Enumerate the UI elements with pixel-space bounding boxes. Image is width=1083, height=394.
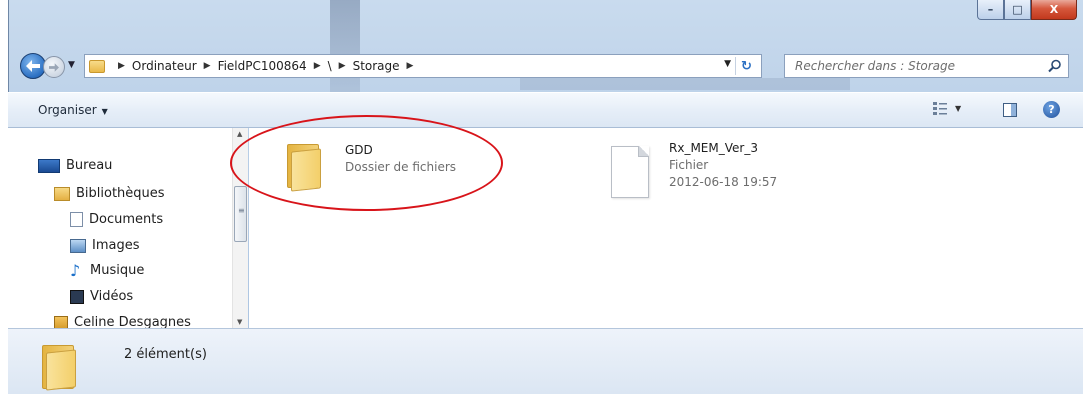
music-icon (70, 261, 84, 280)
desktop-icon (38, 158, 60, 173)
command-bar: Organiser ▼ ▼ ? (8, 92, 1083, 128)
navigation-pane: Bureau Bibliothèques Documents Images Mu… (8, 128, 248, 330)
breadcrumb-fieldpc[interactable]: FieldPC100864 (218, 59, 307, 73)
sidebar-item-label: Musique (90, 263, 145, 278)
sidebar-item-label: Bibliothèques (76, 186, 165, 201)
chevron-down-icon: ▼ (955, 103, 962, 113)
chevron-down-icon: ▼ (101, 107, 108, 116)
address-dropdown-icon[interactable]: ▼ (724, 59, 731, 69)
chevron-right-icon[interactable]: ▶ (339, 61, 346, 71)
sidebar-item-label: Vidéos (90, 289, 134, 304)
annotation-circle (230, 115, 503, 211)
sidebar-item-documents[interactable]: Documents (70, 212, 163, 227)
minimize-icon: – (987, 3, 994, 16)
breadcrumb-ordinateur[interactable]: Ordinateur (132, 59, 197, 73)
view-details-icon (933, 102, 947, 115)
chevron-right-icon[interactable]: ▶ (204, 61, 211, 71)
sidebar-item-label: Images (92, 238, 140, 253)
breadcrumb-storage[interactable]: Storage (353, 59, 400, 73)
breadcrumb-root[interactable]: \ (328, 59, 332, 73)
minimize-button[interactable]: – (977, 0, 1004, 20)
sidebar-item-musique[interactable]: Musique (70, 261, 145, 280)
sidebar-item-videos[interactable]: Vidéos (70, 289, 133, 304)
arrow-left-icon (26, 60, 40, 72)
change-view-button[interactable]: ▼ (933, 101, 961, 115)
folder-icon (40, 343, 76, 393)
pictures-icon (70, 238, 86, 253)
sidebar-item-bureau[interactable]: Bureau (38, 158, 112, 173)
arrow-right-icon (49, 62, 59, 72)
videos-icon (70, 289, 84, 304)
chevron-right-icon[interactable]: ▶ (118, 61, 125, 71)
sidebar-item-label: Bureau (66, 158, 113, 173)
close-button[interactable]: X (1031, 0, 1077, 20)
file-name: Rx_MEM_Ver_3 (669, 141, 758, 155)
search-icon[interactable] (1048, 59, 1062, 73)
file-icon (611, 146, 649, 198)
recent-pages-dropdown-icon[interactable]: ▼ (68, 60, 75, 70)
folder-icon (89, 59, 105, 73)
sidebar-item-bibliotheques[interactable]: Bibliothèques (54, 186, 165, 201)
close-icon: X (1049, 3, 1059, 16)
help-icon[interactable]: ? (1043, 101, 1060, 118)
organise-button[interactable]: Organiser ▼ (38, 103, 108, 117)
grip-icon: ≡ (238, 206, 245, 215)
maximize-button[interactable]: □ (1004, 0, 1031, 20)
preview-pane-icon[interactable] (1003, 103, 1017, 117)
sidebar-item-label: Documents (89, 212, 164, 227)
file-item-rx-mem[interactable]: Rx_MEM_Ver_3 Fichier 2012-06-18 19:57 (611, 140, 777, 198)
background-artifact (330, 0, 360, 95)
item-count: 2 élément(s) (124, 347, 207, 362)
chevron-right-icon[interactable]: ▶ (407, 61, 414, 71)
libraries-icon (54, 186, 70, 201)
address-bar[interactable]: ▶ Ordinateur ▶ FieldPC100864 ▶ \ ▶ Stora… (84, 54, 762, 78)
organise-label: Organiser (38, 103, 97, 117)
sidebar-item-images[interactable]: Images (70, 238, 140, 253)
maximize-icon: □ (1012, 3, 1023, 16)
status-bar: 2 élément(s) (8, 328, 1083, 394)
chevron-right-icon[interactable]: ▶ (314, 61, 321, 71)
file-meta: Rx_MEM_Ver_3 Fichier 2012-06-18 19:57 (669, 140, 777, 198)
file-date: 2012-06-18 19:57 (669, 175, 778, 189)
forward-button[interactable] (43, 56, 65, 78)
file-type: Fichier (669, 158, 709, 172)
search-box[interactable]: Rechercher dans : Storage (784, 54, 1069, 78)
address-row: ▼ ▶ Ordinateur ▶ FieldPC100864 ▶ \ ▶ Sto… (8, 52, 1083, 80)
scroll-down-icon[interactable]: ▼ (237, 318, 242, 326)
scroll-up-icon[interactable]: ▲ (237, 130, 242, 138)
scroll-thumb[interactable]: ≡ (234, 186, 247, 242)
documents-icon (70, 212, 83, 227)
window-caption-buttons: – □ X (977, 0, 1077, 20)
refresh-icon[interactable]: ↻ (735, 57, 757, 75)
search-placeholder: Rechercher dans : Storage (795, 59, 956, 73)
